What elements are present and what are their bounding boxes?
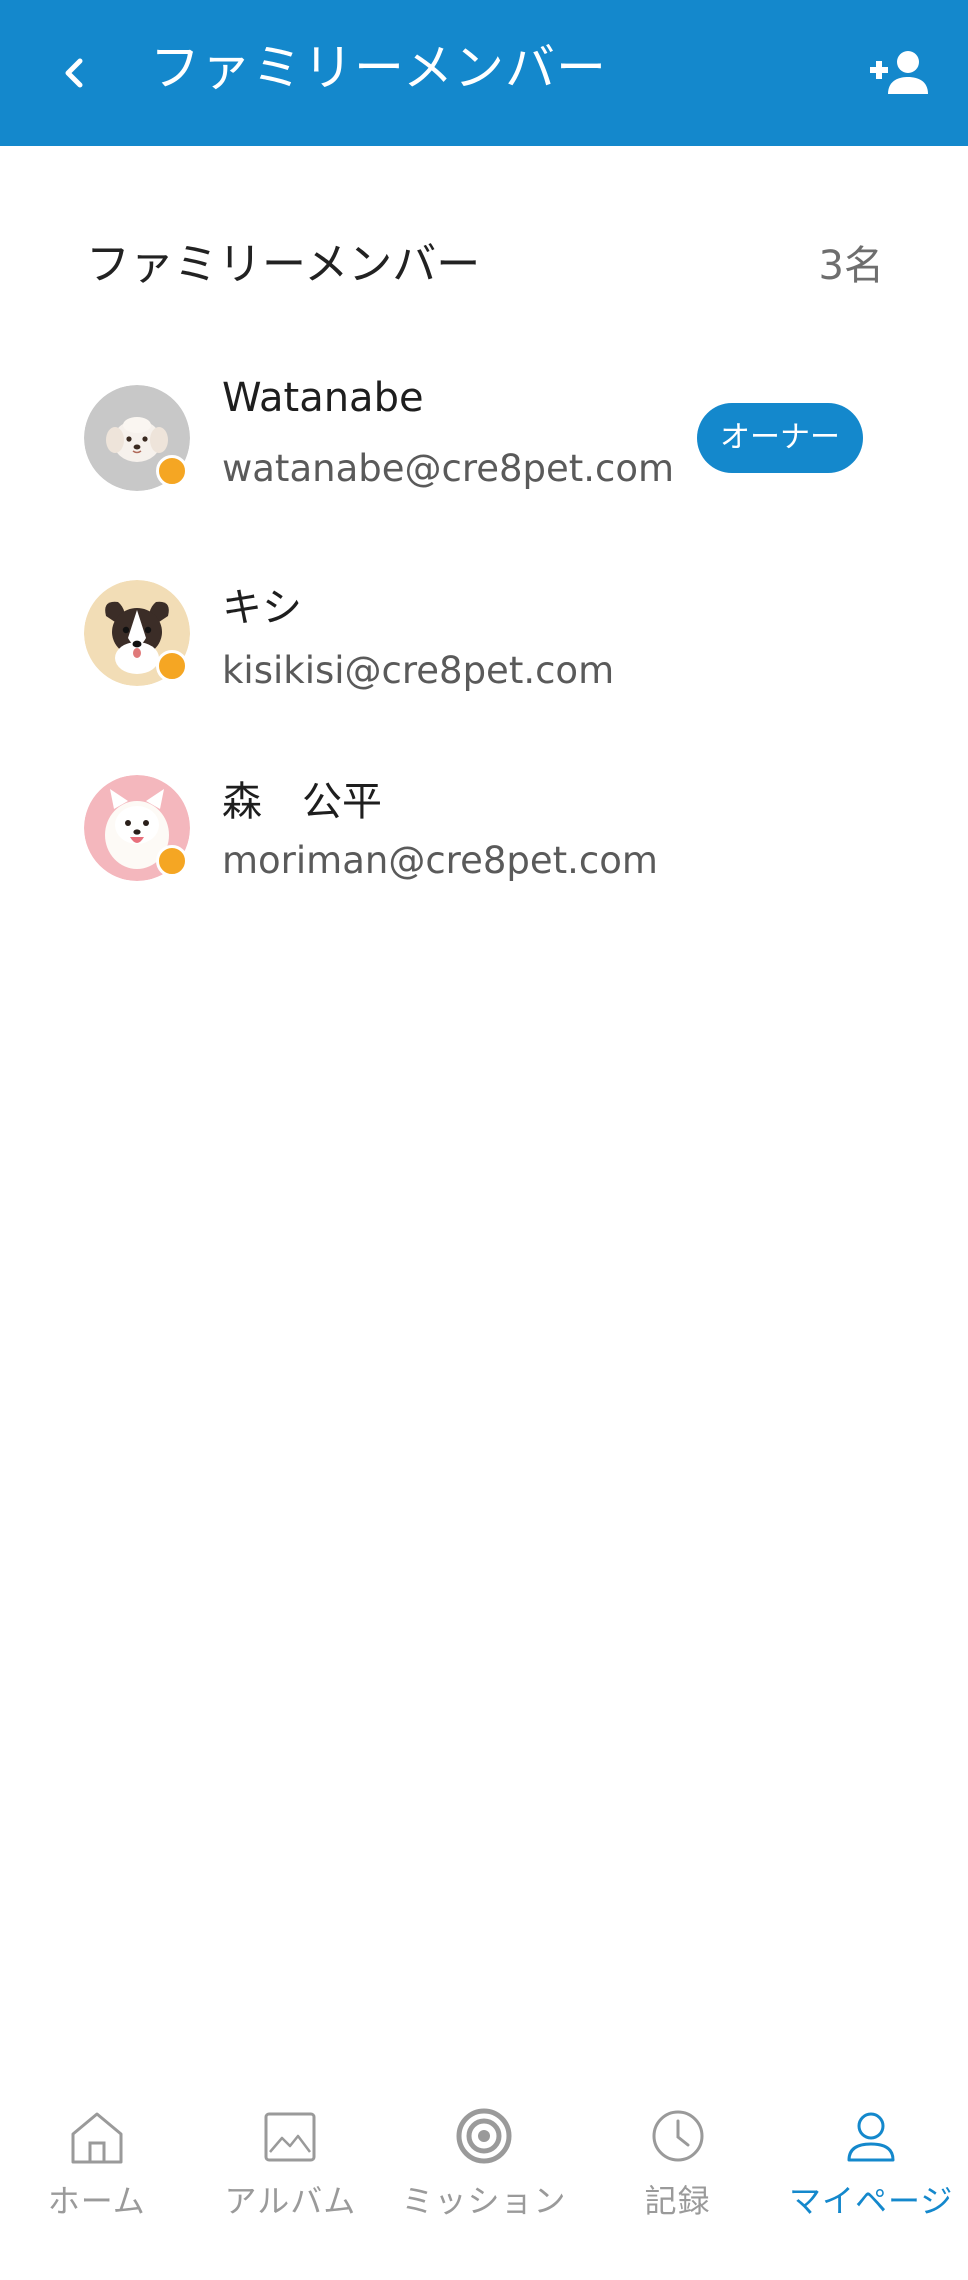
clock-icon (652, 2110, 704, 2162)
owner-badge: オーナー (697, 403, 863, 473)
nav-home[interactable]: ホーム (0, 2080, 194, 2280)
member-email: kisikisi@cre8pet.com (222, 649, 615, 692)
home-icon (71, 2112, 123, 2164)
family-members-screen: ファミリーメンバー ファミリーメンバー 3名 Watanabe watanabe… (0, 0, 968, 2280)
status-badge (156, 845, 188, 877)
nav-album[interactable]: アルバム (194, 2080, 388, 2280)
status-badge (156, 455, 188, 487)
target-icon (456, 2108, 512, 2164)
nav-mission[interactable]: ミッション (387, 2080, 581, 2280)
user-icon (847, 2112, 895, 2162)
album-icon (264, 2112, 316, 2162)
nav-label: マイページ (788, 2182, 954, 2220)
section-title: ファミリーメンバー (86, 239, 481, 290)
person-add-icon (870, 51, 928, 94)
nav-label: ホーム (47, 2182, 146, 2220)
member-email: watanabe@cre8pet.com (222, 447, 675, 490)
nav-label: 記録 (644, 2182, 711, 2220)
back-button[interactable] (44, 38, 104, 108)
nav-label: ミッション (401, 2182, 567, 2220)
member-avatar (84, 385, 190, 491)
member-avatar (84, 580, 190, 686)
member-name: 森 公平 (222, 779, 382, 825)
member-count: 3名 (818, 243, 884, 289)
page-title: ファミリーメンバー (150, 39, 607, 97)
nav-label: アルバム (224, 2182, 357, 2220)
app-header: ファミリーメンバー (0, 0, 968, 146)
status-badge (156, 650, 188, 682)
nav-mypage[interactable]: マイページ (774, 2080, 968, 2280)
bottom-navigation: ホーム アルバム ミッション 記録 マイページ (0, 2080, 968, 2280)
add-member-button[interactable] (860, 40, 940, 106)
nav-records[interactable]: 記録 (581, 2080, 775, 2280)
member-email: moriman@cre8pet.com (222, 839, 658, 882)
chevron-left-icon (65, 58, 83, 88)
member-name: Watanabe (222, 375, 424, 421)
member-avatar (84, 775, 190, 881)
member-name: キシ (222, 585, 302, 631)
